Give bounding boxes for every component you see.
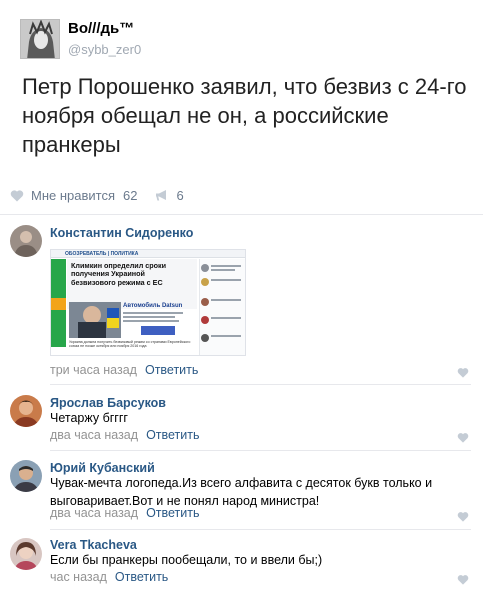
comment-author[interactable]: Юрий Кубанский (50, 461, 155, 475)
comment-time[interactable]: два часа назад (50, 428, 138, 442)
comment-avatar[interactable] (10, 395, 42, 427)
comment: Ярослав Барсуков Четаржу бгггг два часа … (0, 385, 483, 451)
comment-author[interactable]: Ярослав Барсуков (50, 396, 166, 410)
attachment-headline: Климкин определил сроки получения Украин… (71, 261, 167, 287)
comment-like-button[interactable] (457, 509, 469, 527)
comment-time[interactable]: два часа назад (50, 506, 138, 520)
comment-meta: два часа назад Ответить (50, 506, 200, 520)
reply-link[interactable]: Ответить (146, 506, 199, 520)
post: Во///дь™ @sybb_zer0 Петр Порошенко заяви… (0, 0, 483, 214)
comment-like-button[interactable] (457, 430, 469, 448)
attachment-promo-title: Автомобиль Datsun (123, 303, 183, 309)
comment-text: Если бы пранкеры пообещали, то и ввели б… (50, 553, 323, 567)
comment-like-button[interactable] (457, 365, 469, 383)
comment: Константин Сидоренко ОБОЗРЕВАТЕЛЬ | ПОЛИ… (0, 215, 483, 385)
like-label: Мне нравится (31, 187, 116, 203)
comment-text: Чувак-мечта логопеда.Из всего алфавита с… (50, 476, 433, 508)
like-button[interactable]: Мне нравится 62 (10, 188, 137, 203)
comment-avatar[interactable] (10, 225, 42, 257)
megaphone-icon (155, 189, 170, 202)
heart-icon (457, 430, 469, 447)
post-text: Петр Порошенко заявил, что безвиз с 24-г… (22, 74, 467, 157)
comment-author[interactable]: Константин Сидоренко (50, 226, 193, 240)
reply-link[interactable]: Ответить (146, 428, 199, 442)
comment-meta: два часа назад Ответить (50, 428, 200, 442)
comment-meta: час назад Ответить (50, 570, 168, 584)
post-author-avatar[interactable] (20, 19, 60, 59)
comment-time[interactable]: час назад (50, 570, 107, 584)
like-count: 62 (123, 187, 138, 203)
comment-text: Четаржу бгггг (50, 411, 128, 425)
heart-icon (457, 509, 469, 526)
comment-meta: три часа назад Ответить (50, 363, 198, 377)
heart-icon (457, 365, 469, 382)
comment-time[interactable]: три часа назад (50, 363, 137, 377)
post-author-handle[interactable]: @sybb_zer0 (68, 42, 141, 57)
attachment-caption: Украина должна получить безвизовый режим… (69, 340, 191, 349)
post-author-name[interactable]: Во///дь™ (68, 20, 134, 37)
attachment-site-name: ОБОЗРЕВАТЕЛЬ | ПОЛИТИКА (65, 251, 139, 257)
repost-button[interactable]: 6 (155, 187, 184, 203)
comment-author[interactable]: Vera Tkacheva (50, 538, 137, 552)
comment-attachment-image[interactable]: ОБОЗРЕВАТЕЛЬ | ПОЛИТИКА Климкин определи… (50, 249, 246, 356)
comment-avatar[interactable] (10, 460, 42, 492)
heart-icon (457, 572, 469, 589)
comment-like-button[interactable] (457, 572, 469, 590)
reply-link[interactable]: Ответить (145, 363, 198, 377)
reply-link[interactable]: Ответить (115, 570, 168, 584)
repost-count: 6 (176, 187, 184, 203)
comment: Юрий Кубанский Чувак-мечта логопеда.Из в… (0, 451, 483, 531)
post-actions: Мне нравится 62 6 (10, 184, 184, 206)
comment: Vera Tkacheva Если бы пранкеры пообещали… (0, 530, 483, 593)
comment-avatar[interactable] (10, 538, 42, 570)
heart-icon (10, 189, 24, 202)
